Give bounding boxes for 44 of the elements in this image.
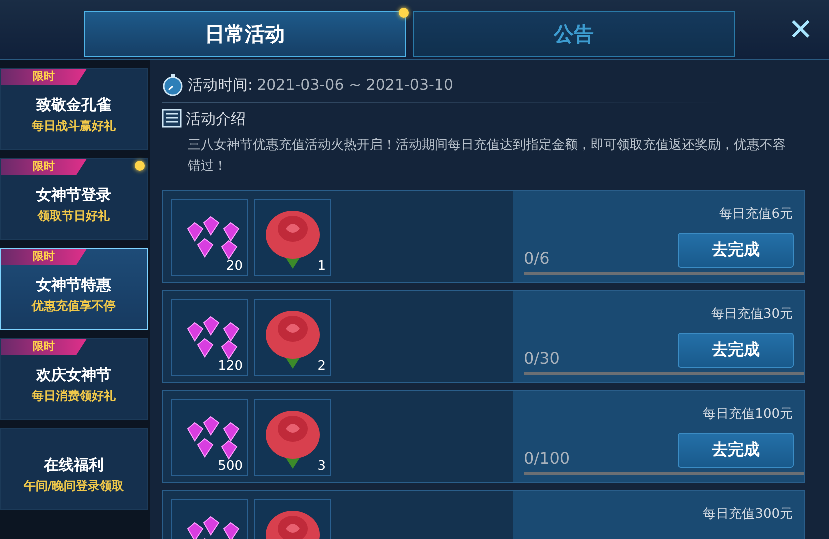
task-goal: 每日充值30元 bbox=[711, 306, 793, 323]
intro-text: 三八女神节优惠充值活动火热开启！活动期间每日充值达到指定金额，即可领取充值返还奖励，优惠不容错过！ bbox=[188, 137, 787, 176]
progress-text: 0/100 bbox=[524, 449, 570, 468]
go-complete-button[interactable]: 去完成 bbox=[678, 433, 794, 468]
limited-tag: 限时 bbox=[1, 159, 87, 175]
reward-count: 500 bbox=[218, 459, 243, 474]
task-goal: 每日充值300元 bbox=[703, 506, 793, 523]
item-title: 女神节特惠 bbox=[36, 276, 112, 294]
reward-count: 2 bbox=[318, 359, 326, 374]
item-title: 欢庆女神节 bbox=[36, 366, 112, 384]
item-subtitle: 每日战斗赢好礼 bbox=[32, 118, 116, 134]
item-subtitle: 领取节日好礼 bbox=[38, 208, 110, 224]
item-subtitle: 午间/晚间登录领取 bbox=[24, 478, 124, 494]
sidebar-item[interactable]: 在线福利 午间/晚间登录领取 bbox=[0, 428, 148, 510]
limited-tag: 限时 bbox=[1, 339, 87, 355]
task-goal: 每日充值6元 bbox=[720, 206, 793, 223]
item-title: 在线福利 bbox=[44, 456, 104, 474]
sidebar-item[interactable]: 限时 女神节登录 领取节日好礼 bbox=[0, 158, 148, 240]
reward-count: 120 bbox=[218, 359, 243, 374]
reward-count: 20 bbox=[226, 259, 243, 274]
limited-tag: 限时 bbox=[1, 249, 87, 265]
close-button[interactable]: ✕ bbox=[783, 12, 819, 48]
time-value: 2021-03-06 ~ 2021-03-10 bbox=[257, 76, 454, 94]
reward-count: 3 bbox=[318, 459, 326, 474]
stopwatch-icon bbox=[162, 74, 184, 96]
progress-text: 0/30 bbox=[524, 349, 560, 368]
sidebar-item[interactable]: 限时 致敬金孔雀 每日战斗赢好礼 bbox=[0, 68, 148, 150]
progress-text: 0/6 bbox=[524, 249, 550, 268]
list-icon bbox=[162, 109, 182, 129]
task-goal: 每日充值100元 bbox=[703, 406, 793, 423]
sidebar-item[interactable]: 限时 欢庆女神节 每日消费领好礼 bbox=[0, 338, 148, 420]
time-label: 活动时间: bbox=[188, 76, 254, 94]
go-complete-button[interactable]: 去完成 bbox=[678, 333, 794, 368]
intro-title: 活动介绍 bbox=[186, 110, 246, 128]
go-complete-button[interactable]: 去完成 bbox=[678, 233, 794, 268]
item-subtitle: 每日消费领好礼 bbox=[32, 388, 116, 404]
limited-tag: 限时 bbox=[1, 69, 87, 85]
item-subtitle: 优惠充值享不停 bbox=[32, 298, 116, 314]
item-title: 女神节登录 bbox=[36, 186, 112, 204]
sidebar-item[interactable]: 限时 女神节特惠 优惠充值享不停 bbox=[0, 248, 148, 330]
tab[interactable]: 日常活动 bbox=[84, 11, 406, 57]
item-title: 致敬金孔雀 bbox=[36, 96, 112, 114]
tab[interactable]: 公告 bbox=[413, 11, 735, 57]
reward-count: 1 bbox=[318, 259, 326, 274]
